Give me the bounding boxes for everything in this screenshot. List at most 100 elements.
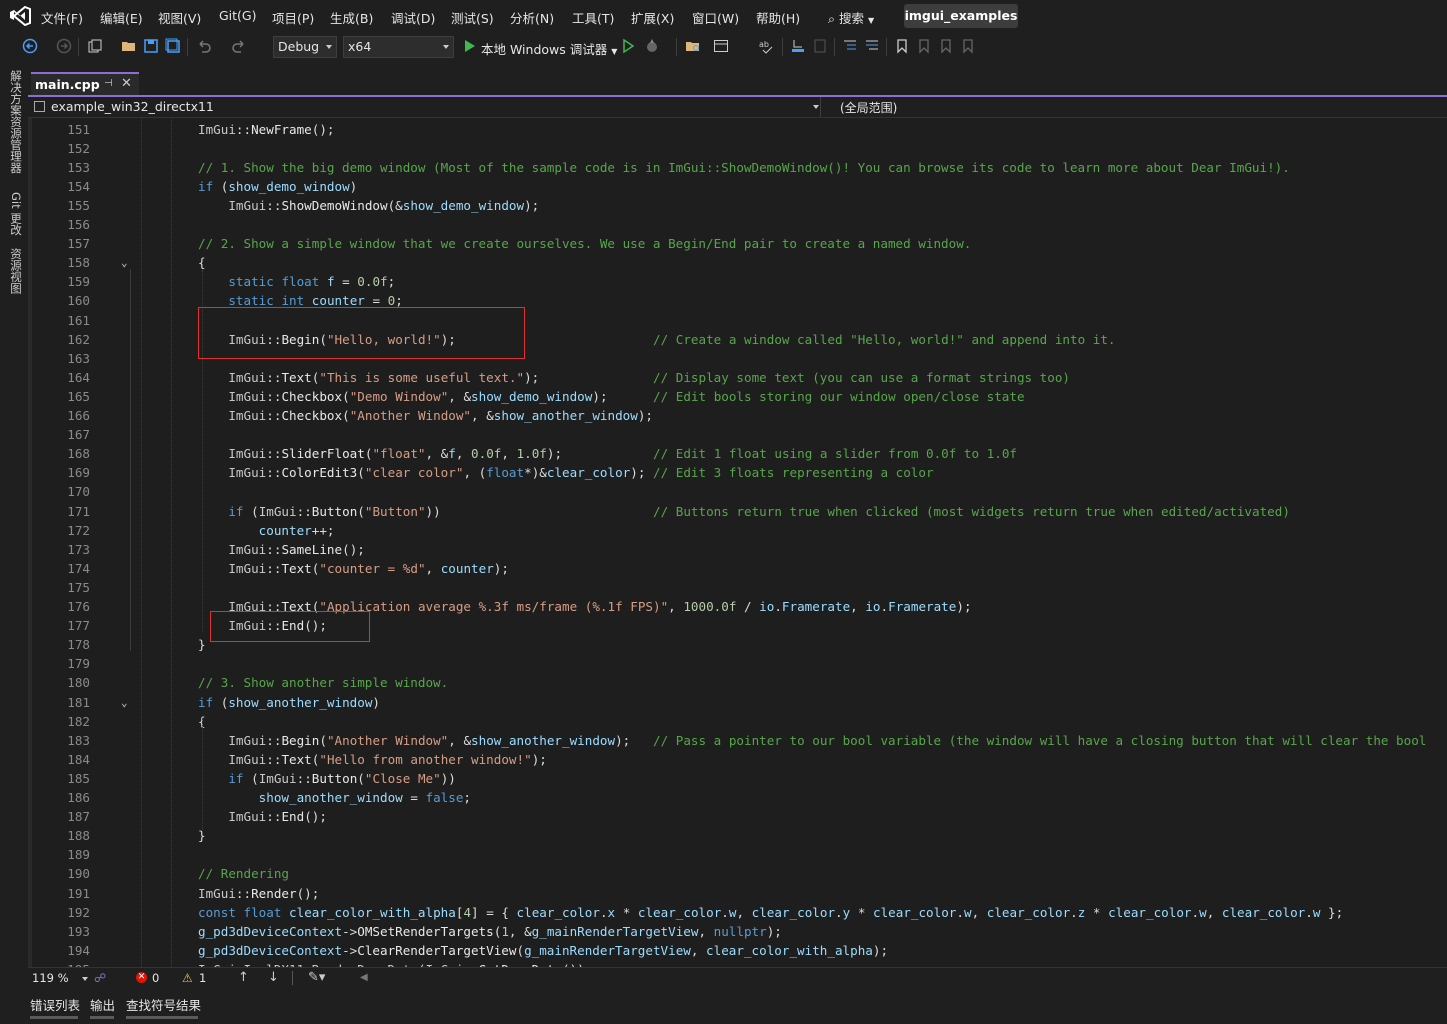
code-line[interactable]: 179 bbox=[28, 654, 1447, 673]
hot-reload-icon[interactable] bbox=[644, 38, 660, 54]
new-project-icon[interactable] bbox=[87, 38, 103, 54]
tab-main-cpp[interactable]: main.cpp ⊣ ✕ bbox=[31, 72, 139, 96]
code-line[interactable]: 169 ImGui::ColorEdit3("clear color", (fl… bbox=[28, 463, 1447, 482]
code-line[interactable]: 167 bbox=[28, 425, 1447, 444]
code-line[interactable]: 155 ImGui::ShowDemoWindow(&show_demo_win… bbox=[28, 196, 1447, 215]
menu-tools[interactable]: 工具(T) bbox=[572, 8, 614, 27]
code-line[interactable]: 151 ImGui::NewFrame(); bbox=[28, 120, 1447, 139]
code-line[interactable]: 192 const float clear_color_with_alpha[4]… bbox=[28, 903, 1447, 922]
code-line[interactable]: 158 ⌄{ bbox=[28, 253, 1447, 272]
warning-icon[interactable]: ⚠ bbox=[182, 971, 193, 985]
fold-chevron-icon[interactable]: ⌄ bbox=[121, 253, 128, 272]
pin-icon[interactable]: ⊣ bbox=[104, 78, 113, 89]
menu-view[interactable]: 视图(V) bbox=[158, 8, 201, 27]
scroll-left-icon[interactable]: ◀ bbox=[360, 972, 368, 983]
side-tab-solution-explorer[interactable]: 解决方案资源管理器 bbox=[8, 70, 24, 174]
menu-git[interactable]: Git(G) bbox=[219, 8, 257, 23]
code-line[interactable]: 193 g_pd3dDeviceContext->OMSetRenderTarge… bbox=[28, 922, 1447, 941]
menu-project[interactable]: 项目(P) bbox=[272, 8, 314, 27]
code-line[interactable]: 154 if (show_demo_window) bbox=[28, 177, 1447, 196]
project-dropdown[interactable]: example_win32_directx11 bbox=[34, 98, 820, 116]
code-line[interactable]: 157 // 2. Show a simple window that we cr… bbox=[28, 234, 1447, 253]
code-line[interactable]: 190 // Rendering bbox=[28, 864, 1447, 883]
next-bookmark-icon[interactable] bbox=[938, 38, 954, 54]
code-line[interactable]: 156 bbox=[28, 215, 1447, 234]
code-line[interactable]: 175 bbox=[28, 578, 1447, 597]
code-line[interactable]: 152 bbox=[28, 139, 1447, 158]
menu-help[interactable]: 帮助(H) bbox=[756, 8, 800, 27]
code-line[interactable]: 153 // 1. Show the big demo window (Most … bbox=[28, 158, 1447, 177]
menu-build[interactable]: 生成(B) bbox=[330, 8, 373, 27]
code-line[interactable]: 164 ImGui::Text("This is some useful tex… bbox=[28, 368, 1447, 387]
code-line[interactable]: 165 ImGui::Checkbox("Demo Window", &show… bbox=[28, 387, 1447, 406]
menu-file[interactable]: 文件(F) bbox=[41, 8, 83, 27]
code-line[interactable]: 191 ImGui::Render(); bbox=[28, 884, 1447, 903]
step-over-icon[interactable] bbox=[812, 38, 828, 54]
redo-icon[interactable] bbox=[231, 38, 247, 54]
code-line[interactable]: 172 counter++; bbox=[28, 521, 1447, 540]
code-line[interactable]: 170 bbox=[28, 482, 1447, 501]
code-line[interactable]: 174 ImGui::Text("counter = %d", counter)… bbox=[28, 559, 1447, 578]
code-line[interactable]: 195 ImGui_ImplDX11_RenderDrawData(ImGui::… bbox=[28, 960, 1447, 967]
code-line[interactable]: 186 show_another_window = false; bbox=[28, 788, 1447, 807]
side-tab-resource-view[interactable]: 资源视图 bbox=[8, 248, 24, 294]
bookmark-icon[interactable] bbox=[894, 38, 910, 54]
code-line[interactable]: 187 ImGui::End(); bbox=[28, 807, 1447, 826]
code-line[interactable]: 189 bbox=[28, 845, 1447, 864]
arrow-up-icon[interactable]: ↑ bbox=[238, 970, 249, 985]
code-cleanup-icon[interactable]: ✎▾ bbox=[308, 970, 325, 985]
save-all-icon[interactable] bbox=[165, 38, 181, 54]
code-editor[interactable]: 151 ImGui::NewFrame(); 152 153 // 1. Show th… bbox=[28, 118, 1447, 967]
fold-chevron-icon[interactable]: ⌄ bbox=[121, 693, 128, 712]
undo-icon[interactable] bbox=[196, 38, 212, 54]
code-line[interactable]: 173 ImGui::SameLine(); bbox=[28, 540, 1447, 559]
start-debugging-button[interactable]: 本地 Windows 调试器 ▼ bbox=[481, 39, 617, 58]
code-line[interactable]: 194 g_pd3dDeviceContext->ClearRenderTarge… bbox=[28, 941, 1447, 960]
solution-name-badge[interactable]: imgui_examples bbox=[904, 4, 1018, 28]
code-line[interactable]: 159 static float f = 0.0f; bbox=[28, 272, 1447, 291]
browse-folder-icon[interactable] bbox=[685, 38, 701, 54]
start-debugging-icon[interactable] bbox=[462, 38, 478, 54]
open-folder-icon[interactable] bbox=[121, 38, 137, 54]
code-line[interactable]: 168 ImGui::SliderFloat("float", &f, 0.0f… bbox=[28, 444, 1447, 463]
tab-output[interactable]: 输出 bbox=[90, 995, 115, 1014]
step-into-icon[interactable] bbox=[790, 38, 806, 54]
warning-count[interactable]: 1 bbox=[199, 971, 206, 985]
window-layout-icon[interactable] bbox=[713, 38, 729, 54]
code-line[interactable]: 185 if (ImGui::Button("Close Me")) bbox=[28, 769, 1447, 788]
error-count[interactable]: 0 bbox=[152, 971, 159, 985]
back-navigate-icon[interactable] bbox=[22, 38, 38, 54]
arrow-down-icon[interactable]: ↓ bbox=[268, 970, 279, 985]
menu-debug[interactable]: 调试(D) bbox=[391, 8, 435, 27]
tab-find-symbol-results[interactable]: 查找符号结果 bbox=[126, 995, 201, 1014]
menu-extensions[interactable]: 扩展(X) bbox=[631, 8, 674, 27]
close-icon[interactable]: ✕ bbox=[121, 76, 132, 91]
menu-edit[interactable]: 编辑(E) bbox=[100, 8, 143, 27]
side-tab-git-changes[interactable]: Git 更改 bbox=[8, 192, 24, 235]
code-line[interactable]: 182{ bbox=[28, 712, 1447, 731]
platform-select[interactable]: x64 bbox=[343, 36, 454, 58]
code-line[interactable]: 166 ImGui::Checkbox("Another Window", &s… bbox=[28, 406, 1447, 425]
code-line[interactable]: 181 ⌄ if (show_another_window) bbox=[28, 693, 1447, 712]
tab-error-list[interactable]: 错误列表 bbox=[30, 995, 80, 1014]
forward-navigate-icon[interactable] bbox=[56, 38, 72, 54]
uncomment-lines-icon[interactable] bbox=[864, 38, 880, 54]
start-without-debugging-icon[interactable] bbox=[620, 38, 636, 54]
spell-check-icon[interactable]: ab bbox=[758, 38, 774, 54]
previous-bookmark-icon[interactable] bbox=[916, 38, 932, 54]
scope-dropdown[interactable]: (全局范围) bbox=[840, 99, 897, 116]
code-line[interactable]: 183 ImGui::Begin("Another Window", &show… bbox=[28, 731, 1447, 750]
chevron-down-icon[interactable] bbox=[82, 977, 88, 981]
configuration-select[interactable]: Debug bbox=[273, 36, 337, 58]
code-line[interactable]: 188} bbox=[28, 826, 1447, 845]
menu-test[interactable]: 测试(S) bbox=[451, 8, 494, 27]
save-icon[interactable] bbox=[143, 38, 159, 54]
menu-analyze[interactable]: 分析(N) bbox=[510, 8, 554, 27]
code-line[interactable]: 184 ImGui::Text("Hello from another wind… bbox=[28, 750, 1447, 769]
code-line[interactable]: 171 if (ImGui::Button("Button")) // Butt… bbox=[28, 502, 1447, 521]
copilot-icon[interactable]: ☍ bbox=[94, 971, 106, 985]
code-line[interactable]: 180 // 3. Show another simple window. bbox=[28, 673, 1447, 692]
search-menu[interactable]: ⌕ 搜索 ▼ bbox=[828, 8, 874, 27]
error-icon[interactable]: ✕ bbox=[136, 972, 147, 983]
comment-lines-icon[interactable] bbox=[842, 38, 858, 54]
